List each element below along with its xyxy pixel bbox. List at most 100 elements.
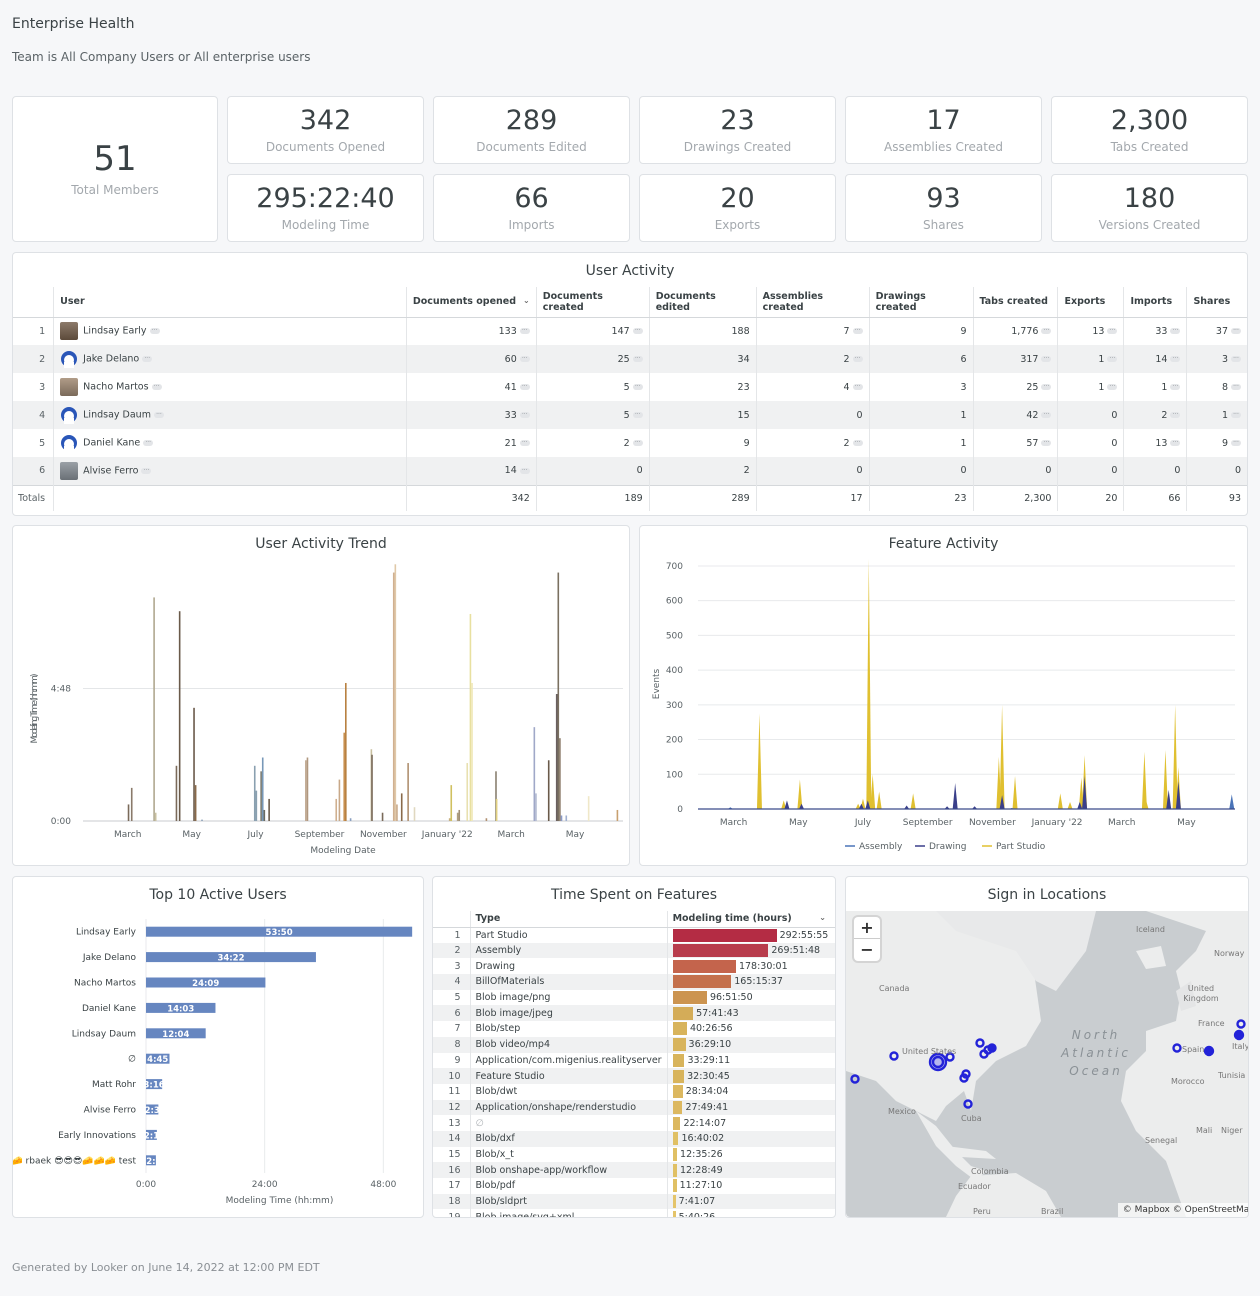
trend-bar[interactable]	[335, 798, 338, 821]
more-options-icon[interactable]: ···	[1231, 412, 1241, 418]
trend-bar[interactable]	[305, 760, 307, 821]
metric-cell[interactable]: 21 ···	[405, 429, 537, 457]
metric-cell[interactable]: 25 ···	[535, 345, 650, 373]
column-header-documents-opened[interactable]: Documents opened ⌄	[405, 287, 537, 318]
more-options-icon[interactable]: ···	[852, 356, 863, 362]
more-options-icon[interactable]: ···	[153, 412, 164, 418]
more-options-icon[interactable]: ···	[632, 384, 643, 390]
more-options-icon[interactable]: ···	[632, 328, 643, 335]
trend-bar[interactable]	[450, 785, 453, 821]
column-header-tabs-created[interactable]: Tabs created	[972, 287, 1058, 318]
trend-bar[interactable]	[400, 793, 403, 821]
trend-bar[interactable]	[394, 564, 397, 821]
trend-bar[interactable]	[396, 804, 398, 821]
zoom-out-button[interactable]: −	[854, 939, 880, 961]
feature-type[interactable]: Part Studio	[470, 927, 668, 943]
trend-bar[interactable]	[458, 809, 461, 821]
more-options-icon[interactable]: ···	[1041, 412, 1052, 418]
trend-bar[interactable]	[616, 809, 619, 821]
kpi-tabs-created[interactable]: 2,300 Tabs Created	[1051, 96, 1248, 164]
user-cell[interactable]: Lindsay Early ···	[53, 317, 407, 345]
metric-cell[interactable]: 1 ···	[1057, 373, 1124, 401]
column-header-imports[interactable]: Imports	[1123, 287, 1187, 318]
trend-bar[interactable]	[153, 597, 155, 821]
metric-cell[interactable]: 25 ···	[972, 373, 1058, 401]
metric-cell[interactable]: 9 ···	[1186, 429, 1247, 457]
more-options-icon[interactable]: ···	[1107, 384, 1118, 390]
metric-cell[interactable]: 41 ···	[405, 373, 537, 401]
kpi-exports[interactable]: 20 Exports	[639, 174, 836, 242]
more-options-icon[interactable]: ···	[1170, 440, 1181, 446]
trend-bar[interactable]	[345, 682, 347, 821]
user-name[interactable]: Nacho Martos	[83, 382, 148, 393]
column-header-user[interactable]: User	[53, 287, 407, 318]
column-header-type[interactable]: Type	[470, 911, 668, 928]
more-options-icon[interactable]: ···	[519, 467, 530, 474]
more-options-icon[interactable]: ···	[519, 356, 530, 362]
feature-type[interactable]: Application/com.migenius.realityserver	[470, 1052, 668, 1069]
feature-type[interactable]: Blob onshape-app/workflow	[470, 1162, 668, 1178]
more-options-icon[interactable]: ···	[632, 440, 643, 446]
user-name[interactable]: Lindsay Daum	[83, 410, 151, 421]
column-header-exports[interactable]: Exports	[1057, 287, 1124, 318]
feature-type[interactable]: Blob/sldprt	[470, 1193, 668, 1210]
more-options-icon[interactable]: ···	[1107, 328, 1118, 335]
more-options-icon[interactable]: ···	[1170, 328, 1181, 335]
kpi-versions-created[interactable]: 180 Versions Created	[1051, 174, 1248, 242]
user-cell[interactable]: Jake Delano ···	[53, 345, 407, 373]
trend-bar[interactable]	[456, 812, 459, 821]
series-peak[interactable]	[1162, 749, 1168, 809]
legend-item-assembly[interactable]: Assembly	[845, 842, 903, 852]
more-options-icon[interactable]: ···	[141, 467, 152, 474]
trend-bar[interactable]	[533, 727, 536, 821]
trend-bar[interactable]	[448, 818, 451, 821]
trend-bar[interactable]	[343, 732, 346, 821]
trend-bar[interactable]	[469, 613, 472, 821]
feature-type[interactable]: Blob/dwt	[470, 1083, 668, 1100]
user-cell[interactable]: Nacho Martos ···	[53, 373, 407, 401]
more-options-icon[interactable]: ···	[519, 440, 530, 446]
feature-type[interactable]: Blob image/jpeg	[470, 1005, 668, 1022]
more-options-icon[interactable]: ···	[143, 440, 154, 446]
feature-type[interactable]: Blob/x_t	[470, 1146, 668, 1163]
feature-type[interactable]: Blob image/svg+xml	[470, 1209, 668, 1217]
feature-type[interactable]: ∅	[470, 1115, 668, 1131]
more-options-icon[interactable]: ···	[1041, 328, 1052, 335]
series-peak[interactable]	[1229, 794, 1235, 809]
map-attribution[interactable]: © Mapbox © OpenStreetMap	[1117, 1203, 1248, 1217]
metric-cell[interactable]: 317 ···	[972, 345, 1058, 373]
metric-cell[interactable]: 2 ···	[755, 429, 870, 457]
metric-cell[interactable]: 13 ···	[1123, 429, 1187, 457]
metric-cell[interactable]: 8 ···	[1186, 373, 1247, 401]
series-peak[interactable]	[784, 800, 790, 809]
column-header-assemblies-created[interactable]: Assemblies created	[755, 287, 870, 318]
user-name[interactable]: Alvise Ferro	[83, 465, 138, 476]
trend-bar[interactable]	[495, 798, 498, 821]
more-options-icon[interactable]: ···	[149, 328, 160, 335]
column-header-modeling-time[interactable]: Modeling time (hours) ⌄	[667, 911, 835, 928]
metric-cell[interactable]: 33 ···	[1123, 317, 1187, 345]
more-options-icon[interactable]: ···	[632, 356, 643, 362]
trend-bar[interactable]	[560, 815, 563, 821]
column-header-drawings-created[interactable]: Drawings created	[868, 287, 974, 318]
feature-type[interactable]: Blob/dxf	[470, 1130, 668, 1147]
trend-bar[interactable]	[557, 572, 560, 821]
more-options-icon[interactable]: ···	[1231, 356, 1241, 362]
trend-bar[interactable]	[201, 819, 203, 821]
feature-type[interactable]: Blob/step	[470, 1021, 668, 1037]
trend-bar[interactable]	[535, 793, 537, 821]
trend-bar[interactable]	[413, 807, 416, 821]
more-options-icon[interactable]: ···	[519, 384, 530, 390]
trend-bar[interactable]	[349, 818, 352, 821]
series-peak[interactable]	[1082, 776, 1088, 809]
trend-bar[interactable]	[253, 765, 256, 821]
trend-bar[interactable]	[381, 812, 384, 821]
metric-cell[interactable]: 14 ···	[405, 457, 537, 485]
metric-cell[interactable]: 37 ···	[1186, 317, 1247, 345]
kpi-shares[interactable]: 93 Shares	[845, 174, 1042, 242]
zoom-in-button[interactable]: +	[854, 917, 880, 939]
more-options-icon[interactable]: ···	[852, 384, 863, 390]
feature-type[interactable]: Application/onshape/renderstudio	[470, 1099, 668, 1116]
more-options-icon[interactable]: ···	[1170, 356, 1181, 362]
user-name[interactable]: Jake Delano	[83, 354, 139, 365]
